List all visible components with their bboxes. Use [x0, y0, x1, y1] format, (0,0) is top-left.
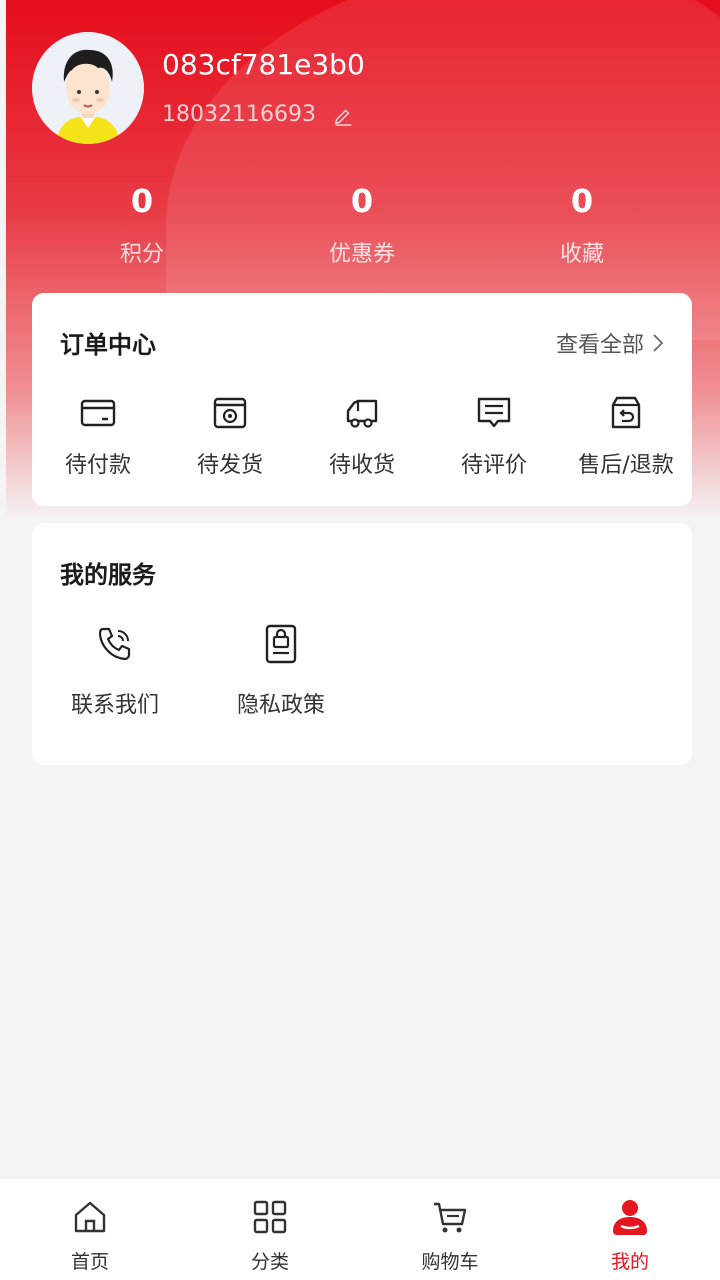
service-privacy-policy[interactable]: 隐私政策 — [198, 623, 364, 719]
stat-favorites[interactable]: 0 收藏 — [472, 178, 692, 268]
tab-category[interactable]: 分类 — [180, 1179, 360, 1280]
stats-row: 0 积分 0 优惠券 0 收藏 — [32, 178, 692, 268]
tab-mine[interactable]: 我的 — [540, 1179, 720, 1280]
order-item-label: 待收货 — [328, 453, 395, 478]
stat-label: 收藏 — [559, 242, 604, 267]
stat-label: 优惠券 — [328, 242, 395, 267]
order-item-label: 待发货 — [196, 453, 263, 478]
order-item-label: 待付款 — [64, 453, 131, 478]
comment-icon — [477, 397, 511, 428]
home-icon — [74, 1201, 106, 1233]
order-after-sales[interactable]: 售后/退款 — [560, 393, 692, 479]
services-row: 联系我们 隐私政策 — [32, 623, 364, 719]
chevron-right-icon — [653, 334, 664, 352]
view-all-label: 查看全部 — [555, 333, 644, 358]
stat-label: 积分 — [119, 242, 164, 267]
order-status-row: 待付款 待发货 待收货 待评价 售后/退款 — [32, 393, 692, 479]
order-pending-review[interactable]: 待评价 — [428, 393, 560, 479]
stat-value: 0 — [350, 182, 374, 220]
user-icon — [613, 1200, 647, 1235]
order-pending-receipt[interactable]: 待收货 — [296, 393, 428, 479]
stat-coupons[interactable]: 0 优惠券 — [252, 178, 472, 268]
truck-icon — [346, 399, 378, 428]
order-item-label: 待评价 — [460, 453, 527, 478]
profile-screen: 083cf781e3b0 18032116693 0 积分 0 优惠券 0 收藏… — [0, 0, 720, 1280]
tab-label: 分类 — [250, 1251, 289, 1273]
service-label: 联系我们 — [70, 693, 159, 718]
avatar[interactable] — [32, 32, 144, 144]
box-icon — [213, 397, 247, 429]
tab-label: 首页 — [70, 1251, 109, 1273]
tab-home[interactable]: 首页 — [0, 1179, 180, 1280]
view-all-orders-link[interactable]: 查看全部 — [556, 327, 664, 359]
grid-icon — [253, 1200, 287, 1234]
order-center-card: 订单中心 查看全部 待付款 待发货 待收货 待评价 售后/退款 — [32, 293, 692, 506]
my-services-card: 我的服务 联系我们 隐私政策 — [32, 523, 692, 765]
tab-label: 我的 — [610, 1251, 649, 1273]
return-box-icon — [611, 396, 641, 429]
my-services-title: 我的服务 — [60, 561, 156, 589]
stat-value: 0 — [130, 182, 154, 220]
stat-points[interactable]: 0 积分 — [32, 178, 252, 268]
order-item-label: 售后/退款 — [578, 453, 674, 478]
order-pending-shipment[interactable]: 待发货 — [164, 393, 296, 479]
phone-call-icon — [98, 627, 131, 661]
phone-row: 18032116693 — [162, 102, 354, 127]
phone-number: 18032116693 — [162, 102, 316, 127]
username: 083cf781e3b0 — [162, 48, 365, 81]
tab-label: 购物车 — [421, 1251, 479, 1273]
avatar-illustration-icon — [32, 32, 144, 144]
cart-icon — [434, 1202, 467, 1233]
order-pending-payment[interactable]: 待付款 — [32, 393, 164, 479]
privacy-lock-icon — [265, 624, 297, 664]
wallet-icon — [80, 399, 116, 427]
bottom-tab-bar: 首页 分类 购物车 我的 — [0, 1178, 720, 1280]
tab-cart[interactable]: 购物车 — [360, 1179, 540, 1280]
order-center-title: 订单中心 — [60, 331, 156, 359]
stat-value: 0 — [570, 182, 594, 220]
service-label: 隐私政策 — [236, 693, 325, 718]
service-contact-us[interactable]: 联系我们 — [32, 623, 198, 719]
edit-icon[interactable] — [332, 104, 354, 126]
